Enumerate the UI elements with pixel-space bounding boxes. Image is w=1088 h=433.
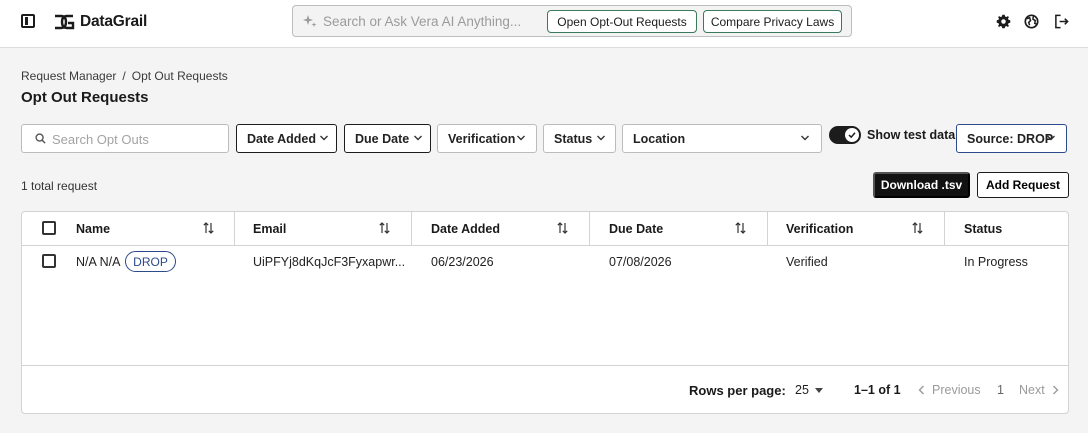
chevron-right-icon (1052, 385, 1059, 395)
column-header-verification[interactable]: Verification (786, 212, 926, 246)
breadcrumb-opt-out-requests: Opt Out Requests (131, 69, 228, 83)
sidebar-toggle-icon[interactable] (21, 14, 35, 28)
chevron-down-icon (1047, 135, 1055, 141)
column-divider[interactable] (589, 212, 590, 246)
due-date-filter-label: Due Date (355, 132, 410, 146)
chevron-down-icon (801, 135, 809, 141)
chevron-down-icon (414, 135, 422, 141)
status-filter[interactable]: Status (543, 124, 616, 153)
date-added-filter[interactable]: Date Added (236, 124, 337, 153)
chevron-down-icon (517, 135, 525, 141)
cell-email: UiPFYj8dKqJcF3Fyxapwr... (253, 255, 406, 269)
select-all-checkbox[interactable] (42, 221, 56, 235)
search-icon (35, 133, 46, 144)
cell-name: N/A N/A (76, 255, 121, 269)
sort-icon[interactable] (203, 222, 214, 234)
previous-label: Previous (932, 383, 981, 397)
globe-icon[interactable] (1024, 14, 1039, 29)
check-icon (848, 132, 856, 139)
source-filter[interactable]: Source: DROP (956, 124, 1067, 153)
column-divider[interactable] (944, 212, 945, 246)
table-header: Name Email Date Added Due Date Verificat… (22, 212, 1068, 246)
opt-out-requests-table: Name Email Date Added Due Date Verificat… (21, 211, 1069, 414)
column-header-due-date[interactable]: Due Date (609, 212, 749, 246)
breadcrumb: Request Manager / Opt Out Requests (21, 69, 228, 83)
chevron-down-icon (597, 135, 605, 141)
global-search-placeholder[interactable]: Search or Ask Vera AI Anything... (323, 14, 521, 29)
page-title: Opt Out Requests (21, 89, 149, 106)
breadcrumb-separator: / (122, 69, 126, 83)
cell-status: In Progress (964, 255, 1028, 269)
global-search-bar[interactable]: Search or Ask Vera AI Anything... Open O… (292, 5, 852, 37)
show-test-data-label: Show test data (867, 128, 956, 142)
cell-verification: Verified (786, 255, 828, 269)
toggle-knob (845, 128, 859, 142)
table-row[interactable]: N/A N/A DROP UiPFYj8dKqJcF3Fyxapwr... 06… (22, 247, 1068, 277)
sort-icon[interactable] (379, 222, 390, 234)
column-divider[interactable] (234, 212, 235, 246)
sort-icon[interactable] (912, 222, 923, 234)
settings-gear-icon[interactable] (996, 14, 1011, 29)
download-tsv-button[interactable]: Download .tsv (873, 172, 970, 198)
column-header-name[interactable]: Name (76, 212, 216, 246)
location-filter-label: Location (633, 132, 686, 146)
column-divider[interactable] (767, 212, 768, 246)
compare-privacy-laws-button[interactable]: Compare Privacy Laws (703, 10, 842, 33)
cell-due-date: 07/08/2026 (609, 255, 672, 269)
rows-per-page-select[interactable]: 25 (795, 383, 809, 397)
open-opt-out-requests-button[interactable]: Open Opt-Out Requests (547, 10, 697, 33)
due-date-filter[interactable]: Due Date (344, 124, 431, 153)
sparkle-icon (303, 15, 317, 28)
add-request-button[interactable]: Add Request (977, 172, 1069, 198)
pagination-range: 1–1 of 1 (854, 383, 901, 397)
column-header-label: Date Added (431, 222, 500, 236)
column-header-status[interactable]: Status (964, 212, 1064, 246)
top-bar: DataGrail Search or Ask Vera AI Anything… (0, 0, 1088, 48)
search-opt-outs-input[interactable]: Search Opt Outs (21, 124, 229, 153)
source-filter-label: Source: DROP (967, 132, 1054, 146)
chevron-down-icon (320, 135, 328, 141)
date-added-filter-label: Date Added (247, 132, 316, 146)
column-header-label: Status (964, 222, 1003, 236)
column-header-email[interactable]: Email (253, 212, 393, 246)
caret-down-icon[interactable] (815, 388, 823, 393)
source-badge: DROP (125, 251, 176, 272)
rows-per-page-label: Rows per page: (689, 383, 786, 398)
column-header-label: Email (253, 222, 287, 236)
verification-filter-label: Verification (448, 132, 516, 146)
row-select-checkbox[interactable] (42, 254, 56, 268)
status-filter-label: Status (554, 132, 593, 146)
breadcrumb-request-manager[interactable]: Request Manager (21, 69, 116, 83)
logout-icon[interactable] (1054, 14, 1069, 29)
column-divider[interactable] (411, 212, 412, 246)
previous-page-button[interactable]: Previous (918, 383, 981, 397)
total-request-count: 1 total request (21, 179, 98, 193)
column-header-date-added[interactable]: Date Added (431, 212, 571, 246)
table-pagination: Rows per page: 25 1–1 of 1 Previous 1 Ne… (22, 365, 1068, 413)
sort-icon[interactable] (557, 222, 568, 234)
location-filter[interactable]: Location (622, 124, 822, 153)
sort-icon[interactable] (735, 222, 746, 234)
chevron-left-icon (918, 385, 924, 395)
show-test-data-toggle[interactable] (829, 126, 861, 144)
search-opt-outs-placeholder[interactable]: Search Opt Outs (52, 132, 149, 147)
verification-filter[interactable]: Verification (437, 124, 537, 153)
app-name: DataGrail (80, 13, 148, 30)
column-header-label: Name (76, 222, 111, 236)
next-page-button[interactable]: Next (1019, 383, 1059, 397)
app-logo[interactable]: DataGrail (53, 12, 147, 32)
current-page-number[interactable]: 1 (997, 383, 1004, 397)
datagrail-logo-icon (55, 14, 75, 30)
next-label: Next (1019, 383, 1045, 397)
column-header-label: Due Date (609, 222, 664, 236)
column-header-label: Verification (786, 222, 854, 236)
cell-date-added: 06/23/2026 (431, 255, 494, 269)
